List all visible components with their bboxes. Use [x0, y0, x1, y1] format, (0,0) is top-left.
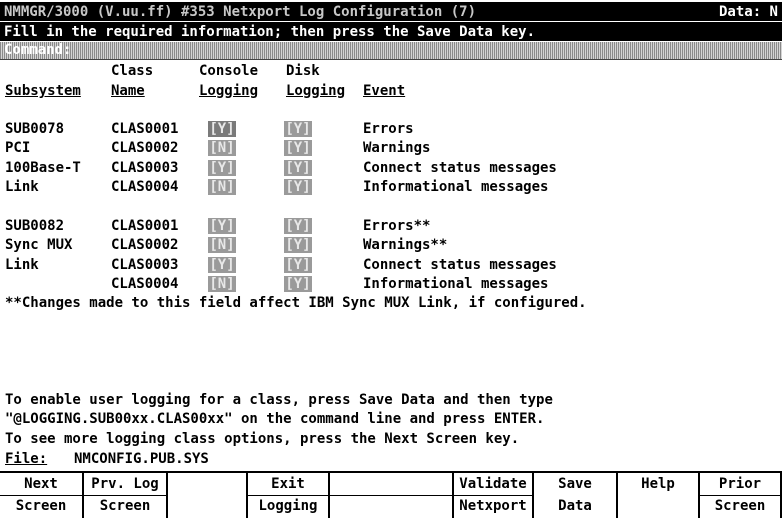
class-header-1: Class	[111, 63, 154, 79]
disk-logging-field[interactable]: [Y]	[284, 179, 312, 195]
disk-logging-field[interactable]: [Y]	[284, 276, 312, 292]
event-cell: Informational messages	[363, 179, 549, 195]
title-bar: NMMGR/3000 (V.uu.ff) #353 Netxport Log C…	[0, 2, 782, 21]
subsystem-cell: Link	[5, 179, 39, 195]
file-value: NMCONFIG.PUB.SYS	[74, 451, 209, 467]
console-header-1: Console	[199, 63, 259, 79]
console-logging-field[interactable]: [Y]	[208, 218, 236, 234]
instruction-bar: Fill in the required information; then p…	[0, 22, 782, 41]
prior-screen-key[interactable]: Prior Screen	[700, 473, 782, 518]
subsystem-cell: 100Base-T	[5, 160, 81, 176]
subsystem-header: Subsystem	[5, 83, 81, 99]
console-logging-field[interactable]: [N]	[208, 179, 236, 195]
event-cell: Connect status messages	[363, 257, 557, 273]
next-screen-key[interactable]: Next Screen	[0, 473, 84, 518]
console-logging-field[interactable]: [N]	[208, 237, 236, 253]
class-cell: CLAS0003	[111, 257, 179, 273]
event-cell: Informational messages	[363, 276, 549, 292]
function-key-bar: Next Screen Prv. Log Screen Exit Logging…	[0, 471, 782, 520]
class-header-2: Name	[111, 83, 145, 99]
blank-key-3[interactable]	[168, 473, 248, 518]
help-line: To enable user logging for a class, pres…	[5, 392, 553, 408]
console-logging-field[interactable]: [N]	[208, 140, 236, 156]
disk-logging-field[interactable]: [Y]	[284, 237, 312, 253]
event-cell: Errors**	[363, 218, 431, 234]
data-flag: Data: N	[718, 4, 778, 20]
event-cell: Warnings**	[363, 237, 448, 253]
event-cell: Connect status messages	[363, 160, 557, 176]
console-logging-field[interactable]: [Y]	[208, 121, 236, 137]
disk-header-2: Logging	[286, 83, 346, 99]
class-cell: CLAS0002	[111, 140, 179, 156]
file-label: File:	[5, 451, 48, 467]
subsystem-cell: Link	[5, 257, 39, 273]
subsystem-cell: SUB0078	[5, 121, 65, 137]
console-header-2: Logging	[199, 83, 259, 99]
validate-netxport-key[interactable]: Validate Netxport	[454, 473, 534, 518]
class-cell: CLAS0001	[111, 218, 179, 234]
command-label: Command:	[4, 42, 72, 58]
event-cell: Errors	[363, 121, 414, 137]
event-cell: Warnings	[363, 140, 431, 156]
instruction-text: Fill in the required information; then p…	[4, 24, 536, 40]
class-cell: CLAS0004	[111, 276, 179, 292]
subsystem-cell: Sync MUX	[5, 237, 73, 253]
disk-logging-field[interactable]: [Y]	[284, 140, 312, 156]
exit-logging-key[interactable]: Exit Logging	[248, 473, 330, 518]
console-logging-field[interactable]: [N]	[208, 276, 236, 292]
class-cell: CLAS0003	[111, 160, 179, 176]
class-cell: CLAS0001	[111, 121, 179, 137]
blank-key-5[interactable]	[330, 473, 454, 518]
disk-header-1: Disk	[286, 63, 320, 79]
event-header: Event	[363, 83, 406, 99]
help-line: To see more logging class options, press…	[5, 431, 520, 447]
command-line[interactable]: Command:	[0, 42, 782, 60]
disk-logging-field[interactable]: [Y]	[284, 218, 312, 234]
subsystem-cell: PCI	[5, 140, 31, 156]
screen-title: NMMGR/3000 (V.uu.ff) #353 Netxport Log C…	[4, 4, 477, 20]
disk-logging-field[interactable]: [Y]	[284, 257, 312, 273]
footnote: **Changes made to this field affect IBM …	[5, 295, 587, 311]
help-key[interactable]: Help	[618, 473, 700, 518]
console-logging-field[interactable]: [Y]	[208, 160, 236, 176]
help-line: "@LOGGING.SUB00xx.CLAS00xx" on the comma…	[5, 411, 545, 427]
class-cell: CLAS0002	[111, 237, 179, 253]
subsystem-cell: SUB0082	[5, 218, 65, 234]
class-cell: CLAS0004	[111, 179, 179, 195]
save-data-key[interactable]: Save Data	[534, 473, 618, 518]
prev-log-screen-key[interactable]: Prv. Log Screen	[84, 473, 168, 518]
disk-logging-field[interactable]: [Y]	[284, 121, 312, 137]
console-logging-field[interactable]: [Y]	[208, 257, 236, 273]
disk-logging-field[interactable]: [Y]	[284, 160, 312, 176]
